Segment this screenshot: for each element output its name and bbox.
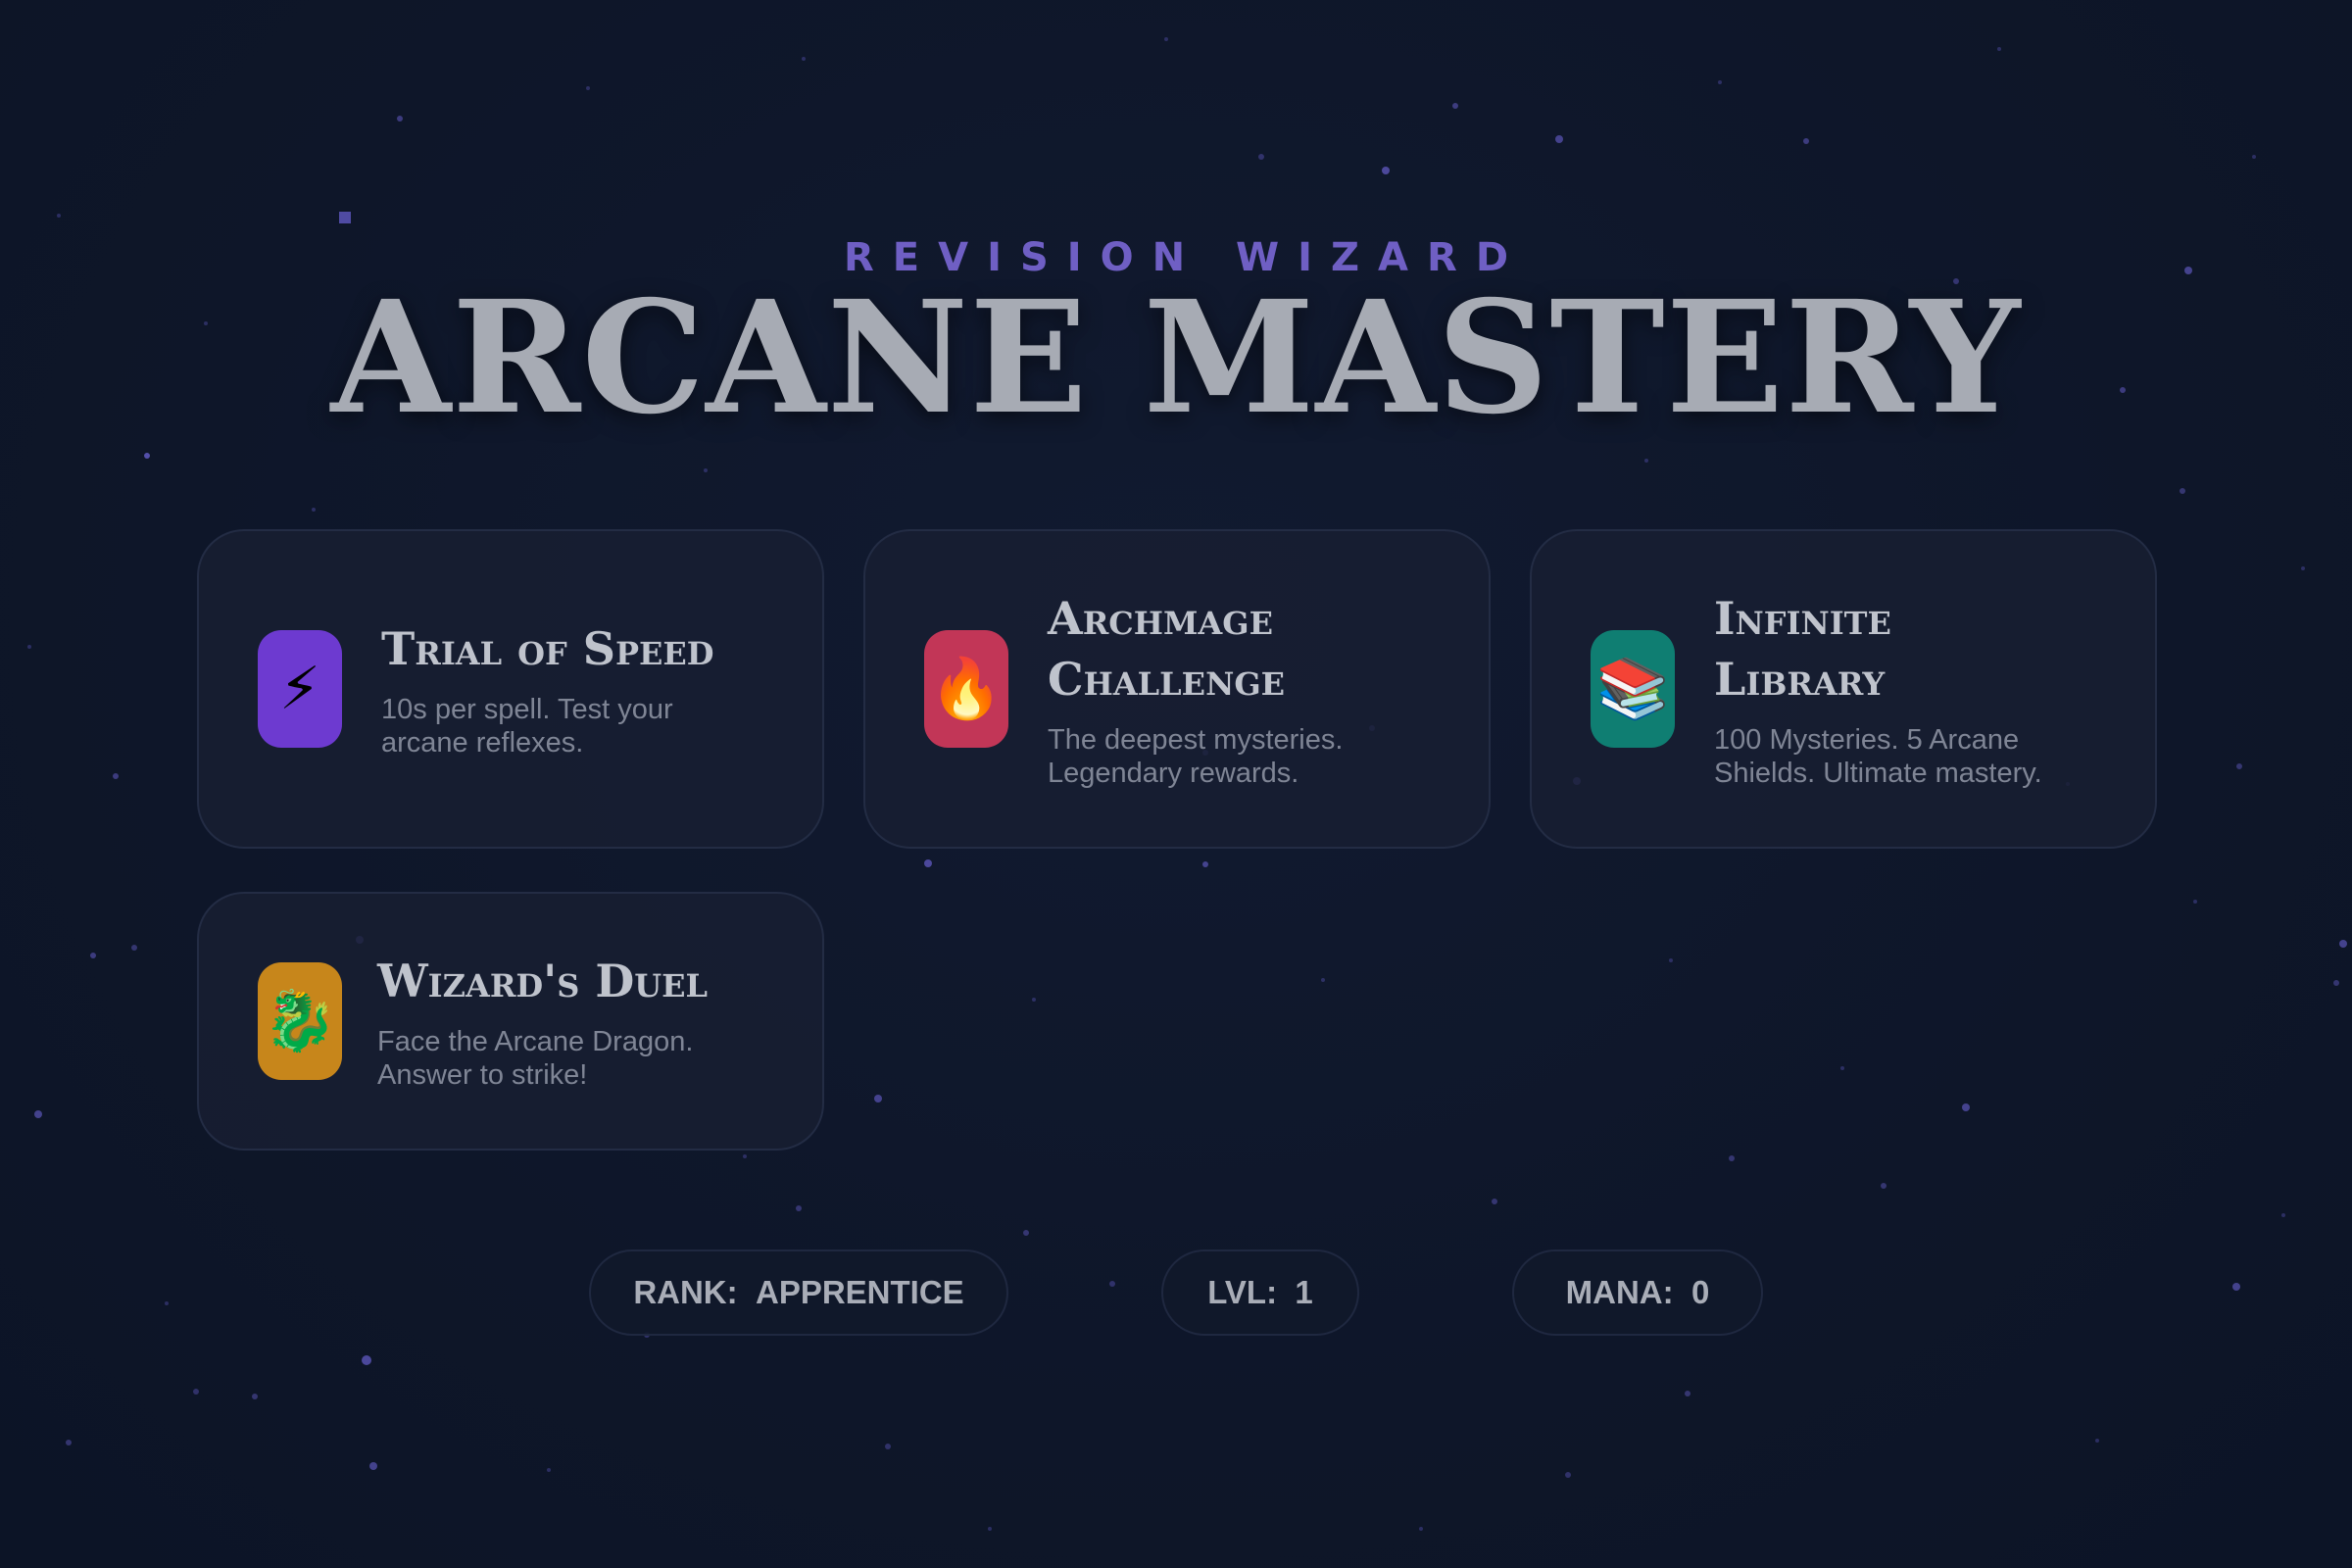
lightning-icon: ⚡ [258,630,342,748]
mode-description: 100 Mysteries. 5 Arcane Shields. Ultimat… [1714,724,2042,789]
level-label: LVL: [1207,1274,1278,1310]
rank-label: RANK: [633,1274,738,1310]
game-menu-screen: REVISION WIZARD ARCANE MASTERY ⚡ Trial o… [0,0,2352,1568]
dragon-icon: 🐉 [258,962,342,1080]
mode-card-trial-of-speed[interactable]: ⚡ Trial of Speed 10s per spell. Test you… [197,529,824,849]
mode-title: Archmage Challenge [1048,592,1286,706]
mode-description: 10s per spell. Test your arcane reflexes… [381,694,673,759]
mode-description: Face the Arcane Dragon. Answer to strike… [377,1026,694,1091]
mode-title: Trial of Speed [381,622,714,675]
fire-icon: 🔥 [924,630,1008,748]
game-title: ARCANE MASTERY [330,268,2022,449]
mana-label: MANA: [1565,1274,1674,1310]
mode-title: Wizard's Duel [377,955,709,1007]
mode-title: Infinite Library [1714,592,1891,706]
rank-stat: RANK: APPRENTICE [589,1250,1008,1336]
level-stat: LVL: 1 [1161,1250,1359,1336]
mana-stat: MANA: 0 [1512,1250,1763,1336]
mana-value: 0 [1690,1274,1710,1310]
mode-card-archmage-challenge[interactable]: 🔥 Archmage Challenge The deepest mysteri… [863,529,1491,849]
mode-card-infinite-library[interactable]: 📚 Infinite Library 100 Mysteries. 5 Arca… [1530,529,2157,849]
mode-description: The deepest mysteries. Legendary rewards… [1048,724,1344,789]
level-value: 1 [1295,1274,1313,1310]
rank-value: APPRENTICE [755,1274,964,1310]
books-icon: 📚 [1591,630,1675,748]
mode-card-wizards-duel[interactable]: 🐉 Wizard's Duel Face the Arcane Dragon. … [197,892,824,1151]
